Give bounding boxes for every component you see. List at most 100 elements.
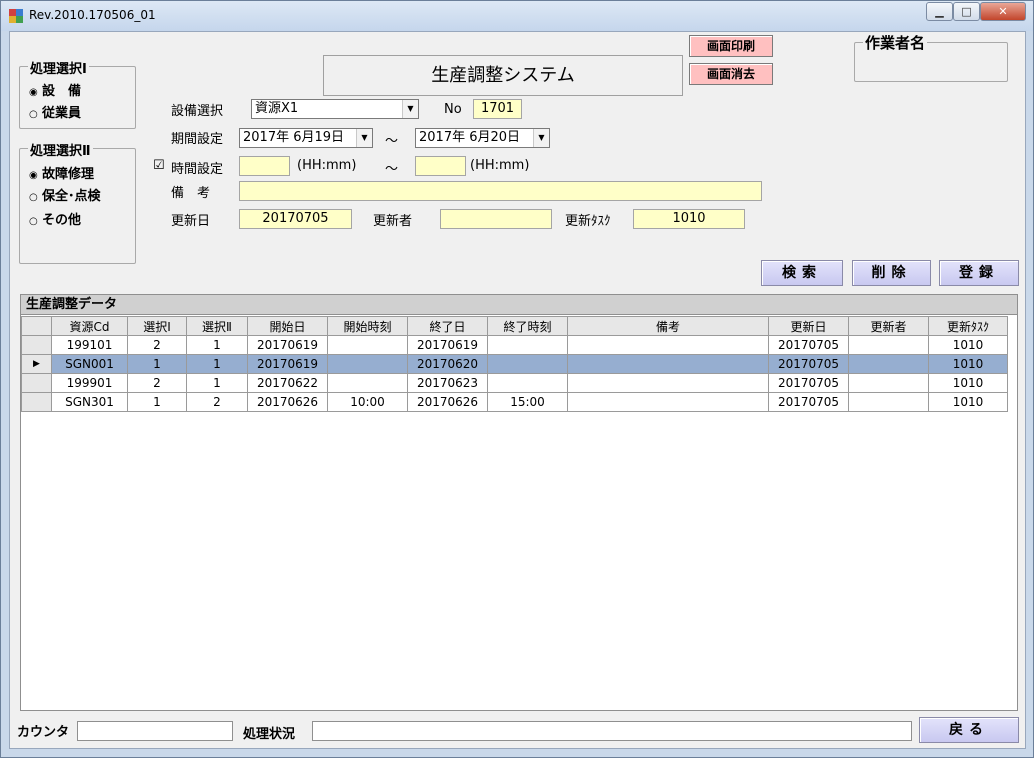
column-header[interactable]: 更新者 xyxy=(848,316,929,336)
table-cell[interactable]: 10:00 xyxy=(327,392,408,412)
table-cell[interactable]: 1010 xyxy=(928,354,1008,374)
data-grid[interactable]: 生産調整データ 資源Cd 選択Ⅰ 選択Ⅱ 開始日 開始時刻 終了日 終了時刻 備… xyxy=(20,294,1018,711)
back-button[interactable]: 戻る xyxy=(919,717,1019,743)
table-cell[interactable] xyxy=(567,335,769,355)
equipment-select[interactable]: 資源X1 ▼ xyxy=(251,99,419,119)
table-cell[interactable] xyxy=(487,335,568,355)
table-cell[interactable]: 1 xyxy=(186,354,248,374)
column-header[interactable]: 資源Cd xyxy=(51,316,128,336)
table-cell[interactable] xyxy=(567,373,769,393)
column-header[interactable]: 終了時刻 xyxy=(487,316,568,336)
updater-field[interactable] xyxy=(440,209,552,229)
updated-date-field[interactable]: 20170705 xyxy=(239,209,352,229)
column-header[interactable]: 更新ﾀｽｸ xyxy=(928,316,1008,336)
table-cell[interactable] xyxy=(487,354,568,374)
title-bar[interactable]: Rev.2010.170506_01 ▁ □ ✕ xyxy=(1,1,1033,31)
table-cell[interactable]: 1 xyxy=(127,354,187,374)
radio-repair[interactable]: ◉ 故障修理 xyxy=(29,163,94,182)
table-cell[interactable] xyxy=(848,335,929,355)
table-cell[interactable]: 2 xyxy=(127,373,187,393)
table-cell[interactable]: 2 xyxy=(186,392,248,412)
column-header[interactable]: 開始日 xyxy=(247,316,328,336)
search-button[interactable]: 検索 xyxy=(761,260,843,286)
print-screen-button[interactable]: 画面印刷 xyxy=(689,35,773,57)
table-row[interactable]: SGN301 1 2 20170626 10:00 20170626 15:00 201707… xyxy=(21,392,1008,412)
table-cell[interactable] xyxy=(848,354,929,374)
table-cell[interactable] xyxy=(848,373,929,393)
radio-equipment[interactable]: ◉ 設 備 xyxy=(29,80,81,99)
column-header[interactable]: 備考 xyxy=(567,316,769,336)
close-button[interactable]: ✕ xyxy=(980,2,1026,21)
table-cell[interactable]: 20170626 xyxy=(407,392,488,412)
table-cell[interactable]: 20170619 xyxy=(247,354,328,374)
table-row[interactable]: 199101 2 1 20170619 20170619 20170705 1010 xyxy=(21,335,1008,355)
table-cell[interactable] xyxy=(487,373,568,393)
table-cell[interactable]: 20170626 xyxy=(247,392,328,412)
radio-unchecked-icon: ○ xyxy=(29,109,38,120)
table-row[interactable]: ▶ SGN001 1 1 20170619 20170620 20170705 1010 xyxy=(21,354,1008,374)
table-cell[interactable] xyxy=(327,354,408,374)
column-header[interactable]: 選択Ⅱ xyxy=(186,316,248,336)
table-cell[interactable]: 199901 xyxy=(51,373,128,393)
no-field[interactable]: 1701 xyxy=(473,99,522,119)
maximize-button[interactable]: □ xyxy=(953,2,980,21)
table-cell[interactable]: 20170622 xyxy=(247,373,328,393)
table-cell[interactable]: 1 xyxy=(186,335,248,355)
update-task-field[interactable]: 1010 xyxy=(633,209,745,229)
row-header[interactable] xyxy=(21,335,52,355)
radio-other[interactable]: ○ その他 xyxy=(29,209,81,228)
table-cell[interactable] xyxy=(567,392,769,412)
table-cell[interactable]: 15:00 xyxy=(487,392,568,412)
time-to-field[interactable] xyxy=(415,156,466,176)
table-cell[interactable]: 20170619 xyxy=(407,335,488,355)
table-cell[interactable]: 1010 xyxy=(928,373,1008,393)
table-cell[interactable]: 20170705 xyxy=(768,335,849,355)
application-window: Rev.2010.170506_01 ▁ □ ✕ 処理選択Ⅰ ◉ 設 備 ○ 従業員… xyxy=(0,0,1034,758)
period-from-date[interactable]: 2017年 6月19日 ▼ xyxy=(239,128,373,148)
table-cell[interactable]: 20170619 xyxy=(247,335,328,355)
table-cell[interactable] xyxy=(848,392,929,412)
table-row[interactable]: 199901 2 1 20170622 20170623 20170705 1010 xyxy=(21,373,1008,393)
delete-button[interactable]: 削除 xyxy=(852,260,931,286)
period-to-date[interactable]: 2017年 6月20日 ▼ xyxy=(415,128,550,148)
table-cell[interactable]: 20170623 xyxy=(407,373,488,393)
table-cell[interactable]: 1010 xyxy=(928,335,1008,355)
time-to-hint: (HH:mm) xyxy=(470,158,530,173)
data-table[interactable]: 資源Cd 選択Ⅰ 選択Ⅱ 開始日 開始時刻 終了日 終了時刻 備考 更新日 更新… xyxy=(21,316,1008,412)
time-from-field[interactable] xyxy=(239,156,290,176)
time-setting-checkbox[interactable]: ☑ xyxy=(153,158,165,173)
remarks-field[interactable] xyxy=(239,181,762,201)
table-cell[interactable]: 199101 xyxy=(51,335,128,355)
table-cell[interactable] xyxy=(327,373,408,393)
table-cell[interactable]: 20170620 xyxy=(407,354,488,374)
table-cell[interactable]: SGN001 xyxy=(51,354,128,374)
current-row-indicator-icon[interactable]: ▶ xyxy=(21,354,52,374)
radio-employee[interactable]: ○ 従業員 xyxy=(29,102,81,121)
column-header[interactable]: 選択Ⅰ xyxy=(127,316,187,336)
register-button[interactable]: 登録 xyxy=(939,260,1019,286)
table-cell[interactable]: SGN301 xyxy=(51,392,128,412)
chevron-down-icon[interactable]: ▼ xyxy=(402,100,418,118)
row-header-corner[interactable] xyxy=(21,316,52,336)
status-field[interactable] xyxy=(312,721,912,741)
counter-field[interactable] xyxy=(77,721,233,741)
table-cell[interactable]: 20170705 xyxy=(768,373,849,393)
row-header[interactable] xyxy=(21,373,52,393)
table-cell[interactable]: 2 xyxy=(127,335,187,355)
table-cell[interactable]: 1010 xyxy=(928,392,1008,412)
column-header[interactable]: 更新日 xyxy=(768,316,849,336)
row-header[interactable] xyxy=(21,392,52,412)
radio-maintenance[interactable]: ○ 保全･点検 xyxy=(29,185,101,204)
table-cell[interactable]: 20170705 xyxy=(768,392,849,412)
table-cell[interactable]: 1 xyxy=(127,392,187,412)
column-header[interactable]: 開始時刻 xyxy=(327,316,408,336)
table-cell[interactable]: 20170705 xyxy=(768,354,849,374)
table-cell[interactable] xyxy=(327,335,408,355)
table-cell[interactable]: 1 xyxy=(186,373,248,393)
column-header[interactable]: 終了日 xyxy=(407,316,488,336)
clear-screen-button[interactable]: 画面消去 xyxy=(689,63,773,85)
chevron-down-icon[interactable]: ▼ xyxy=(356,129,372,147)
chevron-down-icon[interactable]: ▼ xyxy=(533,129,549,147)
minimize-button[interactable]: ▁ xyxy=(926,2,953,21)
table-cell[interactable] xyxy=(567,354,769,374)
